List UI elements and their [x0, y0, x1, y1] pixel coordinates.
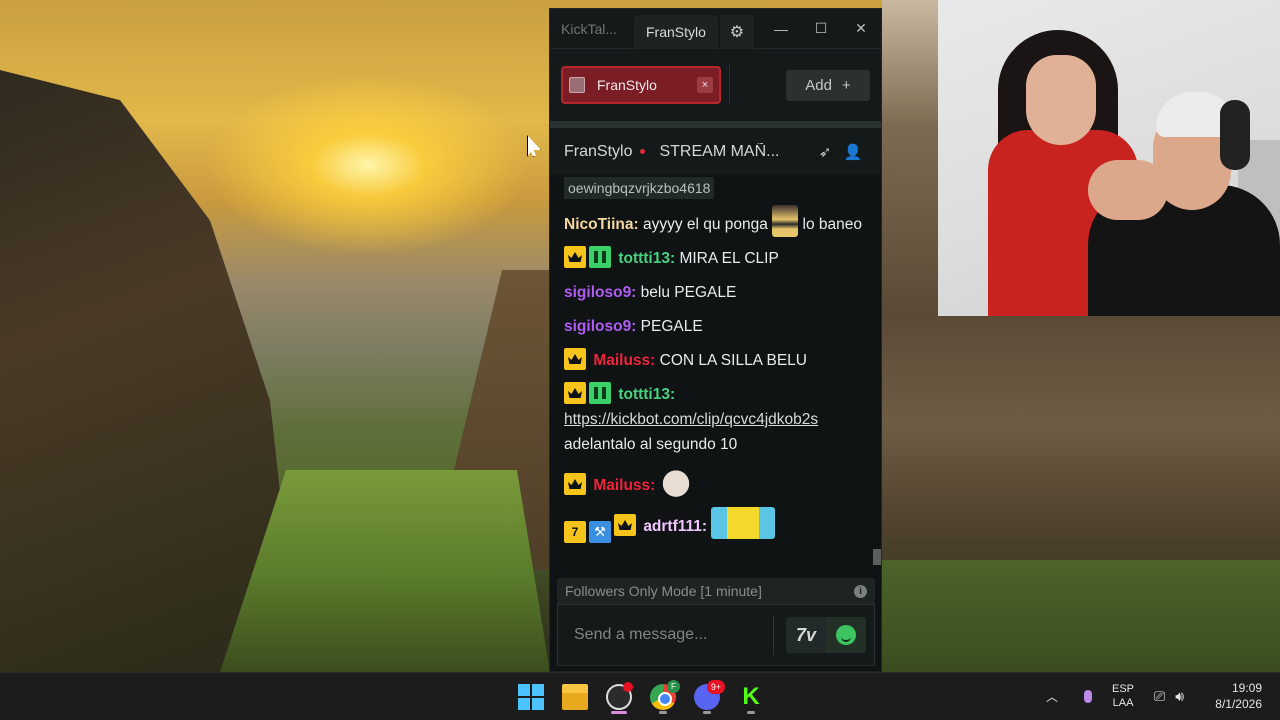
cat-emote-icon	[659, 466, 692, 498]
previous-username: oewingbqzvrjkzbo4618	[564, 177, 715, 199]
crown-badge-icon	[564, 473, 586, 495]
crown-badge-icon	[564, 348, 586, 370]
emoji-button[interactable]	[826, 617, 866, 653]
user-icon[interactable]: 👤	[839, 143, 867, 161]
webcam-overlay	[938, 0, 1280, 316]
chat-text: lo baneo	[802, 216, 863, 233]
chat-window: KickTal... FranStylo ⚙ — ☐ ✕ FranStylo ×…	[549, 8, 882, 672]
chat-text: PEGALE	[640, 318, 703, 335]
chat-text: CON LA SILLA BELU	[659, 352, 807, 369]
chat-username[interactable]: tottti13:	[618, 250, 675, 267]
wallpaper-mountain-right	[882, 0, 938, 316]
chat-text: ayyyy el qu ponga	[642, 216, 768, 233]
chat-username[interactable]: Mailuss:	[593, 352, 655, 369]
volume-icon: 🔊︎	[1175, 687, 1185, 704]
running-indicator	[659, 711, 667, 714]
chat-username[interactable]: NicoTiina:	[564, 216, 639, 233]
channel-tab[interactable]: FranStylo	[634, 14, 718, 49]
kick-icon[interactable]: K	[738, 684, 764, 710]
chat-username[interactable]: Mailuss:	[593, 477, 655, 494]
message-placeholder[interactable]: Send a message...	[574, 626, 773, 644]
chat-text: MIRA EL CLIP	[679, 250, 779, 267]
close-icon[interactable]: ✕	[841, 9, 881, 49]
bee-emote-icon	[772, 205, 799, 237]
running-indicator	[611, 711, 627, 714]
plus-icon: +	[841, 76, 851, 94]
chat-username[interactable]: sigiloso9:	[564, 284, 636, 301]
chat-message: Mailuss: CON LA SILLA BELU	[564, 348, 862, 373]
channel-pill-label: FranStylo	[597, 77, 657, 93]
moderator-badge-icon: ⚒	[589, 521, 611, 543]
language-code: ESP	[1112, 683, 1135, 695]
chat-messages[interactable]: oewingbqzvrjkzbo4618 NicoTiina: ayyyy el…	[550, 176, 872, 573]
chat-message: tottti13: https://kickbot.com/clip/qcvc4…	[564, 382, 862, 457]
chat-message: 7 ⚒ adrtf111:	[564, 507, 862, 543]
chat-message: tottti13: MIRA EL CLIP	[564, 246, 862, 271]
chat-message: sigiloso9: PEGALE	[564, 314, 862, 339]
channel-pill-franstylo[interactable]: FranStylo ×	[561, 66, 721, 104]
wallpaper-village	[882, 560, 1280, 672]
add-channel-button[interactable]: Add +	[786, 69, 870, 101]
chrome-profile-badge: F	[667, 680, 680, 693]
chat-message: NicoTiina: ayyyy el qu ponga lo baneo	[564, 205, 862, 237]
broken-image-icon	[569, 77, 585, 93]
add-label: Add	[805, 76, 832, 94]
rocket-icon[interactable]: ➶	[811, 143, 839, 161]
discord-notification-badge: 9+	[707, 680, 725, 694]
language-indicator[interactable]: ESP LAA	[1112, 672, 1134, 720]
system-tray[interactable]: ⎚ 🔊︎	[1154, 672, 1184, 720]
clock-date: 8/1/2026	[1215, 697, 1262, 711]
chat-message: sigiloso9: belu PEGALE	[564, 280, 862, 305]
microphone-icon[interactable]	[1081, 672, 1095, 720]
chat-message: Mailuss:	[564, 466, 862, 498]
7tv-emote-button[interactable]: 7v	[786, 617, 826, 653]
7tv-badge-icon: 7	[564, 521, 586, 543]
show-hidden-icons-icon[interactable]: ︿	[1046, 672, 1058, 720]
clock-time: 19:09	[1231, 681, 1262, 695]
stream-title: STREAM MAÑ...	[659, 142, 780, 160]
message-input[interactable]: Send a message... 7v	[557, 604, 875, 666]
info-icon[interactable]: i	[854, 584, 867, 598]
chat-text: adelantalo al segundo 10	[564, 436, 738, 453]
chat-username[interactable]: adrtf111:	[643, 518, 707, 535]
recording-dot	[623, 682, 633, 692]
language-layout: LAA	[1112, 697, 1134, 709]
title-bar: KickTal... FranStylo ⚙ — ☐ ✕	[550, 9, 881, 49]
network-icon: ⎚	[1154, 687, 1166, 704]
crown-badge-icon	[614, 514, 636, 536]
app-tab[interactable]: KickTal...	[550, 21, 634, 37]
close-icon[interactable]: ×	[697, 77, 713, 93]
stream-channel-name[interactable]: FranStylo	[564, 143, 632, 161]
maximize-icon[interactable]: ☐	[801, 9, 841, 49]
clock[interactable]: 19:09 8/1/2026	[1206, 672, 1262, 720]
minimize-icon[interactable]: —	[761, 9, 801, 49]
channel-bar: FranStylo × Add +	[550, 49, 881, 121]
divider	[550, 121, 881, 128]
divider	[773, 615, 774, 655]
chat-text: belu PEGALE	[640, 284, 737, 301]
live-indicator	[640, 149, 646, 154]
gear-icon[interactable]: ⚙	[719, 14, 754, 49]
followers-only-notice: Followers Only Mode [1 minute] i	[557, 578, 875, 604]
creeper-badge-icon	[589, 382, 611, 404]
followers-only-text: Followers Only Mode [1 minute]	[565, 583, 762, 599]
clip-link[interactable]: https://kickbot.com/clip/qcvc4jdkob2s	[564, 411, 818, 428]
running-indicator	[747, 711, 755, 714]
crown-badge-icon	[564, 246, 586, 268]
chat-scrollbar[interactable]	[873, 549, 881, 565]
stream-header: FranStylo STREAM MAÑ... ➶ 👤	[550, 128, 881, 175]
divider	[729, 65, 730, 105]
crown-badge-icon	[564, 382, 586, 404]
creeper-badge-icon	[589, 246, 611, 268]
file-explorer-icon[interactable]	[562, 684, 588, 710]
smile-icon	[836, 625, 856, 645]
chat-username[interactable]: sigiloso9:	[564, 318, 636, 335]
chat-username[interactable]: tottti13:	[618, 386, 675, 403]
minion-emote-icon	[711, 507, 776, 539]
windows-start-icon[interactable]	[518, 684, 544, 710]
running-indicator	[703, 711, 711, 714]
